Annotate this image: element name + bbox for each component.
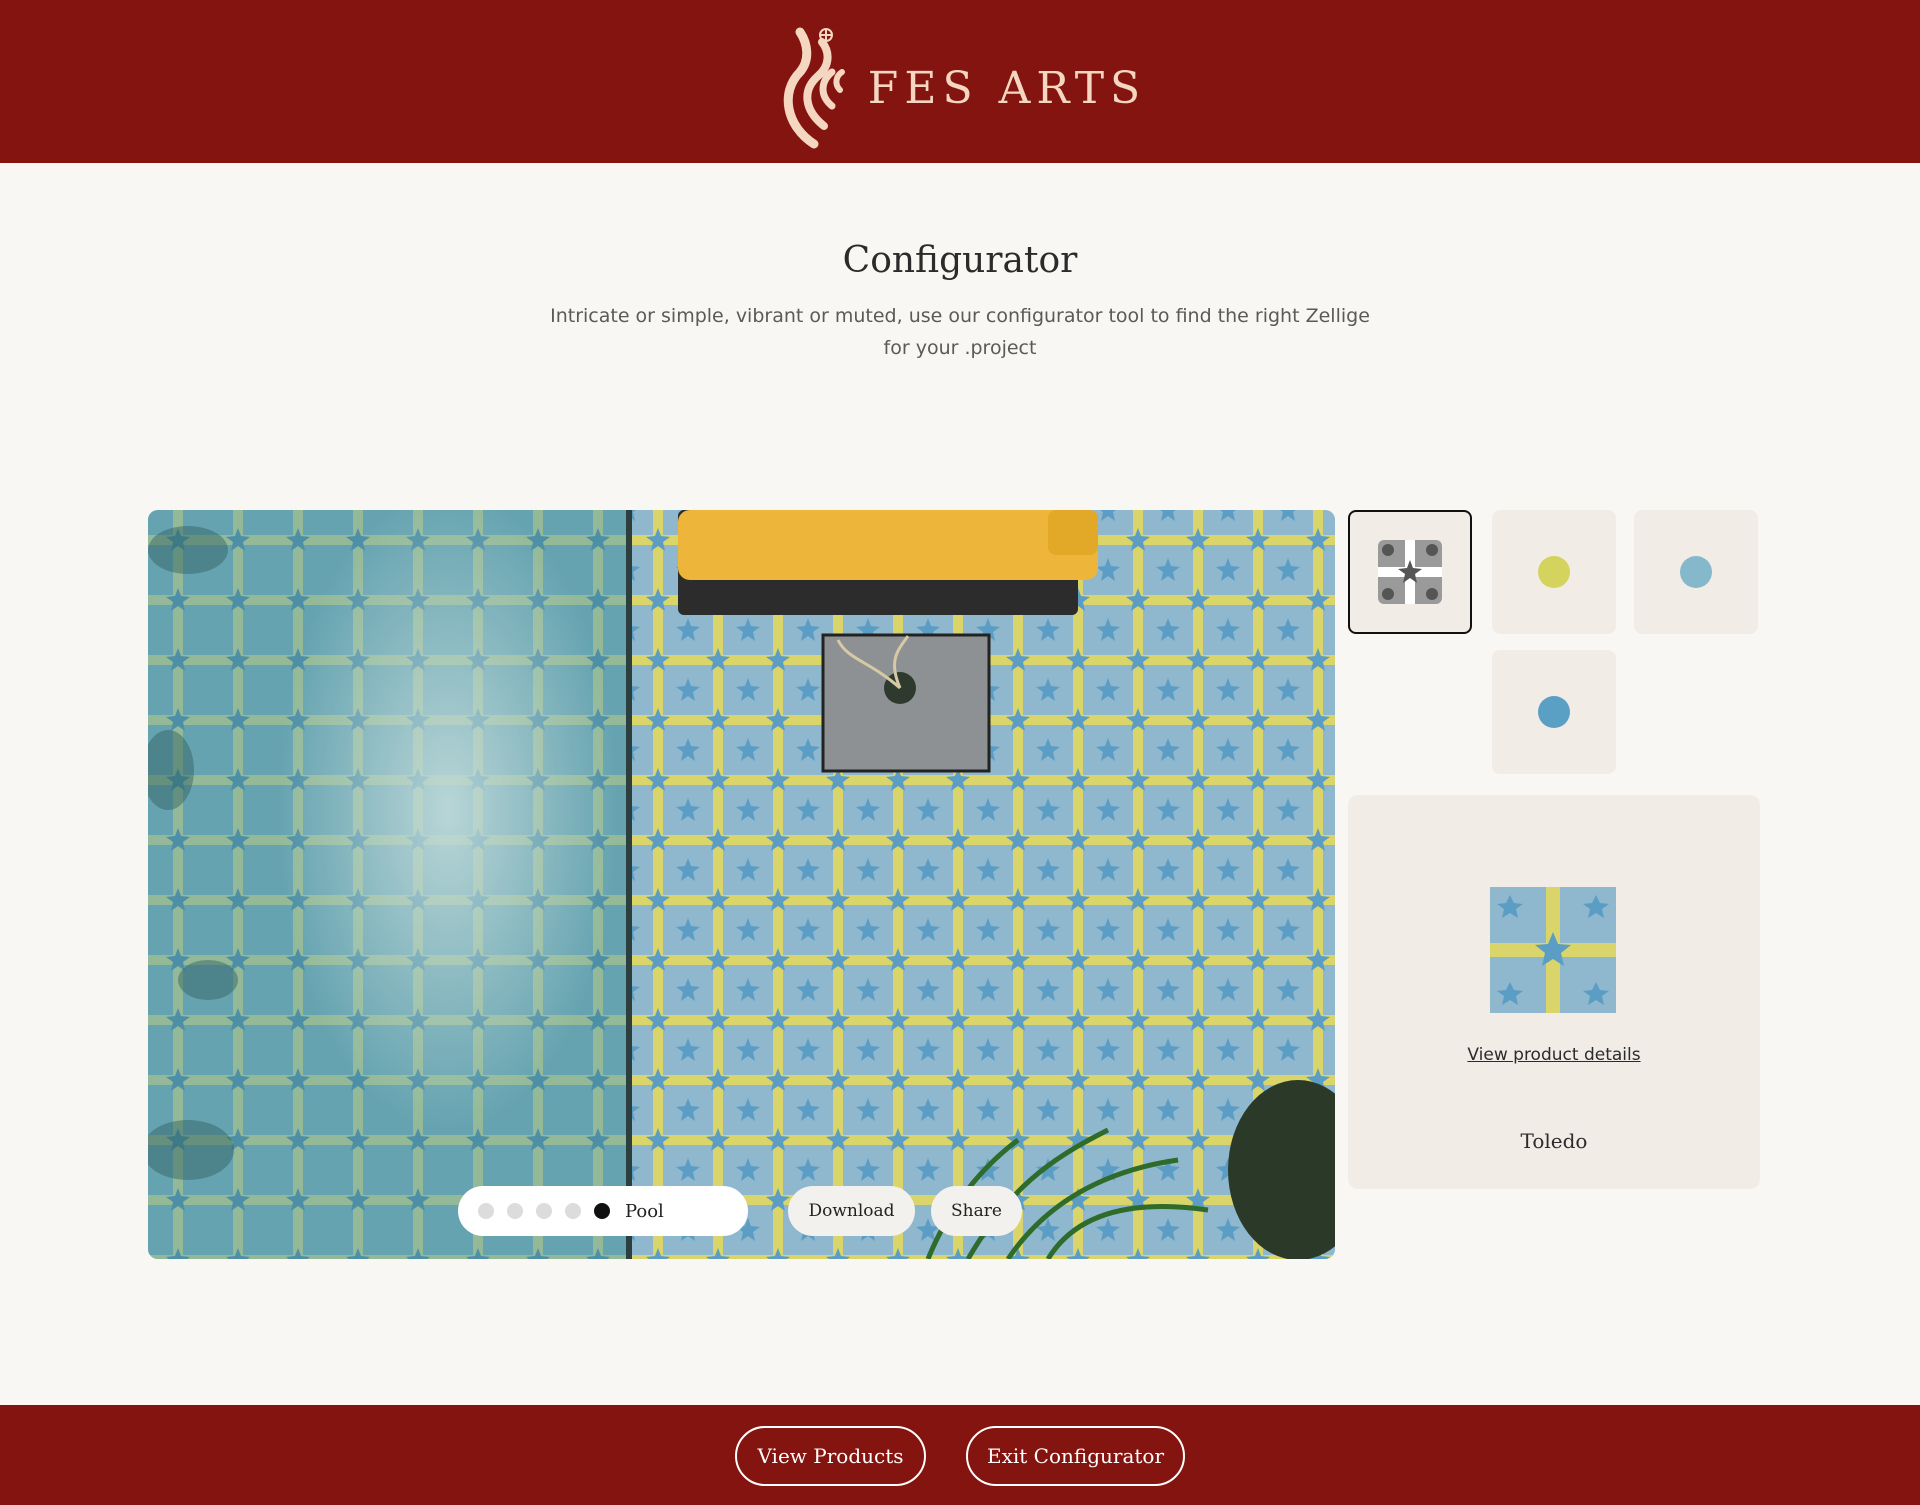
yellow-color-dot [1538, 556, 1570, 588]
scene-dot[interactable] [478, 1203, 494, 1219]
page-title: Configurator [842, 240, 1078, 281]
exit-configurator-button[interactable]: Exit Configurator [966, 1426, 1185, 1486]
footer-bar: View Products Exit Configurator [0, 1405, 1920, 1505]
page-subtitle: Intricate or simple, vibrant or muted, u… [550, 305, 1370, 359]
share-button[interactable]: Share [931, 1186, 1022, 1236]
light-blue-color-dot [1680, 556, 1712, 588]
scene-dot[interactable] [507, 1203, 523, 1219]
site-header: FES ARTS [0, 0, 1920, 163]
scene-selector: Pool [458, 1186, 748, 1236]
product-card: View product details Toledo [1348, 795, 1760, 1189]
brand-name: FES ARTS [867, 63, 1147, 114]
scene-dot[interactable] [536, 1203, 552, 1219]
brand-logo[interactable]: FES ARTS [774, 14, 1146, 150]
scene-dot-active[interactable] [594, 1203, 610, 1219]
swatch-pattern[interactable] [1348, 510, 1472, 634]
calligraphy-flame-logo-icon [783, 27, 845, 148]
tile-pattern-icon [1378, 540, 1442, 604]
scene-dot[interactable] [565, 1203, 581, 1219]
product-name: Toledo [1520, 1129, 1588, 1153]
swatch-blue[interactable] [1492, 650, 1616, 774]
pool-scene-illustration [148, 510, 1335, 1259]
scene-label: Pool [625, 1200, 664, 1222]
product-tile-thumbnail [1490, 887, 1616, 1013]
swatch-yellow[interactable] [1492, 510, 1616, 634]
room-preview-image [148, 510, 1335, 1259]
download-button[interactable]: Download [788, 1186, 915, 1236]
view-product-details-link[interactable]: View product details [1348, 1045, 1760, 1065]
swatch-light-blue[interactable] [1634, 510, 1758, 634]
blue-color-dot [1538, 696, 1570, 728]
view-products-button[interactable]: View Products [735, 1426, 926, 1486]
